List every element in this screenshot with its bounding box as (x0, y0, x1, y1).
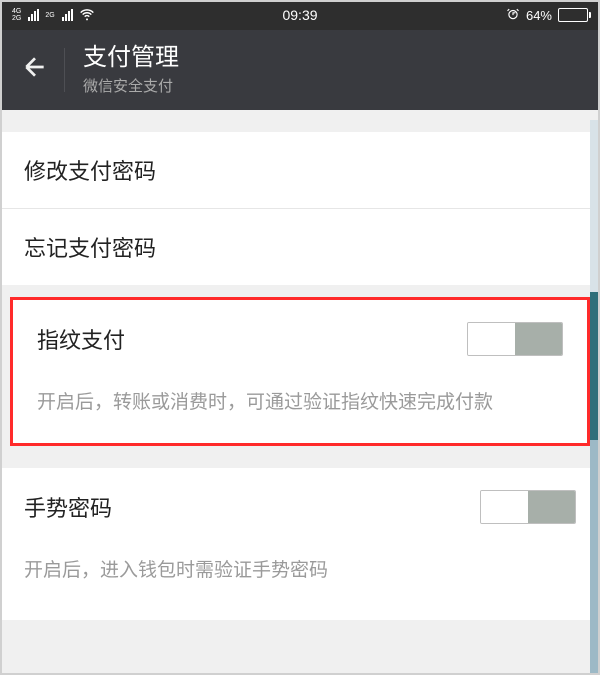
battery-icon (558, 8, 588, 22)
gesture-password-description: 开启后，进入钱包时需验证手势密码 (0, 546, 600, 607)
battery-percent: 64% (526, 8, 552, 23)
signal-bars-2-icon (62, 9, 73, 21)
signal-2-label: 2G (45, 12, 54, 19)
forgot-payment-password-label: 忘记支付密码 (24, 231, 156, 263)
fingerprint-highlight-box: 指纹支付 开启后，转账或消费时，可通过验证指纹快速完成付款 (10, 297, 590, 446)
status-left: 4G 2G 2G (12, 6, 95, 25)
change-payment-password-label: 修改支付密码 (24, 154, 156, 186)
gesture-password-row[interactable]: 手势密码 (0, 468, 600, 546)
status-bar: 4G 2G 2G 09:39 64% (0, 0, 600, 30)
fingerprint-pay-label: 指纹支付 (37, 323, 125, 355)
page-subtitle: 微信安全支付 (83, 75, 179, 96)
page-title: 支付管理 (83, 44, 179, 73)
password-group: 修改支付密码 忘记支付密码 (0, 132, 600, 285)
gesture-group: 手势密码 开启后，进入钱包时需验证手势密码 (0, 468, 600, 619)
fingerprint-pay-description: 开启后，转账或消费时，可通过验证指纹快速完成付款 (13, 378, 587, 439)
alarm-icon (506, 7, 520, 24)
app-header: 支付管理 微信安全支付 (0, 30, 600, 110)
gesture-password-label: 手势密码 (24, 491, 112, 523)
signal-1-label: 4G 2G (12, 8, 21, 22)
fingerprint-pay-toggle[interactable] (467, 322, 563, 356)
content-area: 修改支付密码 忘记支付密码 指纹支付 开启后，转账或消费时，可通过验证指纹快速完… (0, 110, 600, 620)
header-divider (64, 48, 65, 92)
back-button[interactable] (12, 48, 58, 91)
gesture-password-toggle[interactable] (480, 490, 576, 524)
wifi-icon (79, 6, 95, 25)
status-right: 64% (506, 7, 588, 24)
right-edge-decoration (590, 120, 598, 673)
status-time: 09:39 (282, 7, 317, 23)
forgot-payment-password-row[interactable]: 忘记支付密码 (0, 209, 600, 285)
fingerprint-pay-row[interactable]: 指纹支付 (13, 300, 587, 378)
back-arrow-icon (22, 54, 48, 80)
change-payment-password-row[interactable]: 修改支付密码 (0, 132, 600, 209)
signal-bars-1-icon (28, 9, 39, 21)
